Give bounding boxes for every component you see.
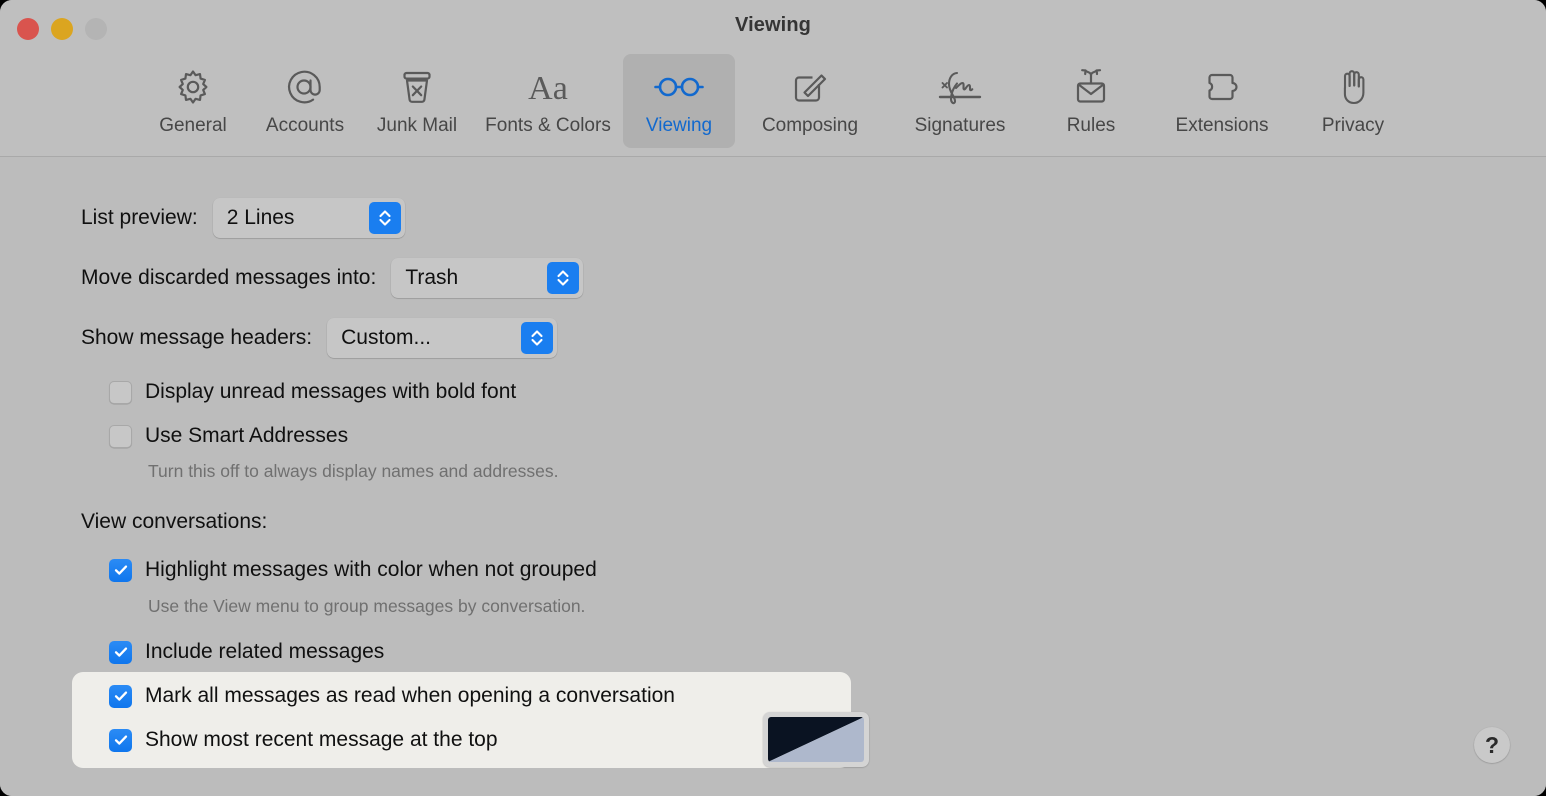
- show-headers-value: Custom...: [341, 326, 431, 350]
- chevron-up-down-icon: [521, 322, 553, 354]
- include-related-label: Include related messages: [145, 640, 384, 664]
- tab-accounts-label: Accounts: [266, 115, 344, 137]
- list-preview-row: List preview: 2 Lines: [81, 198, 405, 238]
- tab-viewing-label: Viewing: [646, 115, 712, 137]
- list-preview-value: 2 Lines: [227, 206, 295, 230]
- tab-fonts-and-colors-label: Fonts & Colors: [485, 115, 611, 137]
- tab-composing-label: Composing: [762, 115, 858, 137]
- include-related-checkbox[interactable]: [109, 641, 132, 664]
- use-smart-addresses-label: Use Smart Addresses: [145, 424, 348, 448]
- move-discarded-row: Move discarded messages into: Trash: [81, 258, 583, 298]
- list-preview-popup[interactable]: 2 Lines: [213, 198, 405, 238]
- move-discarded-popup[interactable]: Trash: [391, 258, 583, 298]
- show-headers-label: Show message headers:: [81, 326, 312, 350]
- at-sign-icon: [284, 64, 326, 110]
- puzzle-piece-icon: [1201, 64, 1243, 110]
- highlight-messages-row[interactable]: Highlight messages with color when not g…: [109, 558, 597, 582]
- window-title: Viewing: [0, 14, 1546, 37]
- display-unread-bold-row[interactable]: Display unread messages with bold font: [109, 380, 516, 404]
- signature-icon: [934, 64, 986, 110]
- tab-composing[interactable]: Composing: [735, 54, 885, 148]
- trash-x-icon: [396, 64, 438, 110]
- show-recent-top-checkbox[interactable]: [109, 729, 132, 752]
- display-unread-bold-label: Display unread messages with bold font: [145, 380, 516, 404]
- window-titlebar: Viewing General: [0, 0, 1546, 157]
- tab-signatures[interactable]: Signatures: [885, 54, 1035, 148]
- glasses-icon: [653, 64, 705, 110]
- tab-general[interactable]: General: [137, 54, 249, 148]
- viewing-settings-panel: List preview: 2 Lines Move discarded mes…: [0, 158, 1546, 796]
- move-discarded-label: Move discarded messages into:: [81, 266, 376, 290]
- tab-accounts[interactable]: Accounts: [249, 54, 361, 148]
- mark-all-read-row[interactable]: Mark all messages as read when opening a…: [109, 684, 675, 708]
- tab-junk-mail[interactable]: Junk Mail: [361, 54, 473, 148]
- show-headers-popup[interactable]: Custom...: [327, 318, 557, 358]
- show-recent-top-label: Show most recent message at the top: [145, 728, 498, 752]
- move-discarded-value: Trash: [405, 266, 458, 290]
- highlight-messages-checkbox[interactable]: [109, 559, 132, 582]
- use-smart-addresses-row[interactable]: Use Smart Addresses: [109, 424, 348, 448]
- gear-icon: [172, 64, 214, 110]
- tab-general-label: General: [159, 115, 227, 137]
- show-recent-top-row[interactable]: Show most recent message at the top: [109, 728, 498, 752]
- tab-fonts-and-colors[interactable]: Aa Fonts & Colors: [473, 54, 623, 148]
- tab-privacy[interactable]: Privacy: [1297, 54, 1409, 148]
- show-headers-row: Show message headers: Custom...: [81, 318, 557, 358]
- use-smart-addresses-checkbox[interactable]: [109, 425, 132, 448]
- mark-all-read-label: Mark all messages as read when opening a…: [145, 684, 675, 708]
- envelope-arrows-icon: [1070, 64, 1112, 110]
- tab-extensions-label: Extensions: [1176, 115, 1269, 137]
- compose-pencil-icon: [789, 64, 831, 110]
- svg-text:Aa: Aa: [528, 70, 568, 107]
- mark-all-read-checkbox[interactable]: [109, 685, 132, 708]
- highlight-messages-label: Highlight messages with color when not g…: [145, 558, 597, 582]
- tab-rules[interactable]: Rules: [1035, 54, 1147, 148]
- aa-text-icon: Aa: [519, 64, 577, 110]
- tab-signatures-label: Signatures: [915, 115, 1006, 137]
- raised-hand-icon: [1332, 64, 1374, 110]
- view-conversations-label: View conversations:: [81, 510, 267, 534]
- tab-rules-label: Rules: [1067, 115, 1116, 137]
- color-swatch: [768, 717, 864, 762]
- help-button[interactable]: ?: [1474, 727, 1510, 763]
- conversation-highlight-color-well[interactable]: [763, 712, 869, 767]
- include-related-row[interactable]: Include related messages: [109, 640, 384, 664]
- display-unread-bold-checkbox[interactable]: [109, 381, 132, 404]
- tab-junk-mail-label: Junk Mail: [377, 115, 457, 137]
- preferences-toolbar: General Accounts: [0, 54, 1546, 150]
- tab-extensions[interactable]: Extensions: [1147, 54, 1297, 148]
- use-smart-addresses-help: Turn this off to always display names an…: [148, 461, 559, 482]
- preferences-window: Viewing General: [0, 0, 1546, 796]
- highlight-messages-help: Use the View menu to group messages by c…: [148, 596, 585, 617]
- chevron-up-down-icon: [547, 262, 579, 294]
- tab-privacy-label: Privacy: [1322, 115, 1384, 137]
- list-preview-label: List preview:: [81, 206, 198, 230]
- tab-viewing[interactable]: Viewing: [623, 54, 735, 148]
- chevron-up-down-icon: [369, 202, 401, 234]
